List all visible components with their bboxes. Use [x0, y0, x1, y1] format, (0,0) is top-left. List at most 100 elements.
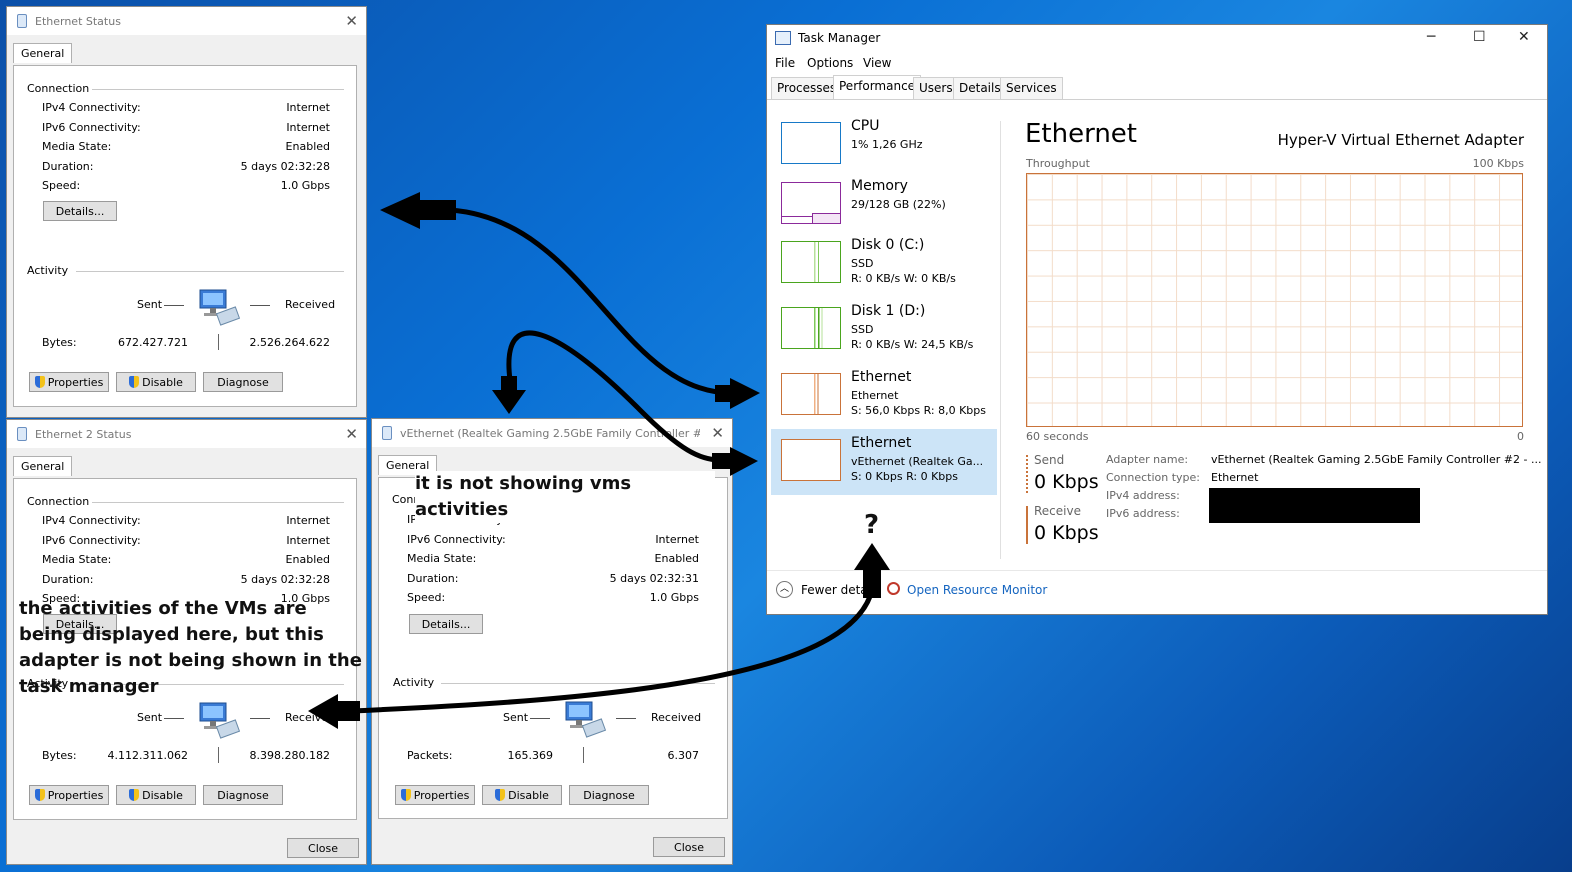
general-panel: Connection IPv4 Connectivity: Internet I…	[378, 477, 728, 819]
bytes-label: Bytes:	[42, 336, 77, 349]
close-icon[interactable]: ✕	[1518, 29, 1530, 45]
adapter-title: Hyper-V Virtual Ethernet Adapter	[1277, 131, 1524, 149]
middle-annotation-note: it is not showing vms activities	[415, 471, 715, 523]
network-adapter-icon	[17, 14, 27, 28]
ipv6-label: IPv6 Connectivity:	[42, 534, 141, 547]
sidebar-item-disk1[interactable]: Disk 1 (D:) SSD R: 0 KB/s W: 24,5 KB/s	[771, 297, 997, 363]
close-icon[interactable]: ✕	[711, 424, 724, 442]
duration-value: 5 days 02:32:31	[609, 572, 699, 585]
sent-label: Sent	[137, 711, 163, 724]
disable-button[interactable]: Disable	[116, 372, 196, 392]
arrow-head-down	[492, 376, 526, 414]
media-state-value: Enabled	[654, 552, 699, 565]
diagnose-button[interactable]: Diagnose	[203, 372, 283, 392]
details-button[interactable]: Details...	[409, 614, 483, 634]
media-state-label: Media State:	[407, 552, 477, 565]
perf-heading: Ethernet	[1025, 119, 1137, 149]
bytes-sent-value: 4.112.311.062	[107, 749, 188, 762]
dialog-title: Ethernet 2 Status	[35, 427, 132, 441]
connection-section-label: Connection	[27, 495, 90, 508]
bytes-sent-value: 672.427.721	[118, 336, 188, 349]
properties-button[interactable]: Properties	[29, 785, 109, 805]
resource-monitor-icon	[887, 582, 900, 595]
time-span-label: 60 seconds	[1026, 430, 1089, 443]
sidebar-item-ethernet[interactable]: Ethernet Ethernet S: 56,0 Kbps R: 8,0 Kb…	[771, 363, 997, 429]
ethernet-status-dialog: Ethernet Status ✕ General Connection IPv…	[6, 6, 367, 418]
open-resource-monitor-link[interactable]: Open Resource Monitor	[907, 583, 1048, 597]
menu-options[interactable]: Options	[807, 56, 853, 70]
receive-label: Receive	[1034, 504, 1081, 518]
adapter-name-value: vEthernet (Realtek Gaming 2.5GbE Family …	[1211, 453, 1542, 466]
fewer-details-link[interactable]: Fewer details	[801, 583, 881, 597]
ipv6-label: IPv6 Connectivity:	[42, 121, 141, 134]
adapter-name-label: Adapter name:	[1106, 453, 1189, 466]
tab-users[interactable]: Users	[913, 77, 959, 99]
sent-label: Sent	[503, 711, 529, 724]
ipv6-value: Internet	[655, 533, 699, 546]
arrow-head-right-top	[715, 378, 760, 409]
duration-label: Duration:	[407, 572, 459, 585]
tab-details[interactable]: Details	[953, 77, 1007, 99]
menu-view[interactable]: View	[863, 56, 891, 70]
connection-type-value: Ethernet	[1211, 471, 1259, 484]
ethernet-thumbnail	[781, 373, 841, 415]
duration-value: 5 days 02:32:28	[240, 160, 330, 173]
sidebar-item-disk0[interactable]: Disk 0 (C:) SSD R: 0 KB/s W: 0 KB/s	[771, 231, 997, 297]
shield-icon	[129, 376, 140, 388]
general-panel: Connection IPv4 Connectivity: Internet I…	[13, 65, 357, 407]
network-computers-icon	[199, 289, 241, 326]
ipv6-value: Internet	[286, 534, 330, 547]
sidebar-item-vethernet[interactable]: Ethernet vEthernet (Realtek Ga... S: 0 K…	[771, 429, 997, 495]
task-manager-icon	[775, 31, 791, 45]
receive-value: 0 Kbps	[1034, 522, 1099, 544]
memory-thumbnail	[781, 182, 841, 224]
arrow-head-left-top	[380, 192, 456, 229]
sidebar-item-memory[interactable]: Memory 29/128 GB (22%)	[771, 172, 997, 238]
sidebar-item-cpu[interactable]: CPU 1% 1,26 GHz	[771, 112, 997, 178]
media-state-value: Enabled	[285, 553, 330, 566]
diagnose-button[interactable]: Diagnose	[203, 785, 283, 805]
ipv4-value: Internet	[286, 101, 330, 114]
tab-general[interactable]: General	[13, 456, 73, 476]
cpu-thumbnail	[781, 122, 841, 164]
packets-sent-value: 165.369	[507, 749, 554, 762]
sent-label: Sent	[137, 298, 163, 311]
bytes-received-value: 2.526.264.622	[249, 336, 330, 349]
maximize-icon[interactable]: ☐	[1473, 29, 1486, 45]
chevron-up-icon[interactable]: ︿	[776, 581, 793, 598]
speed-value: 1.0 Gbps	[280, 179, 330, 192]
ipv4-label: IPv4 Connectivity:	[42, 514, 141, 527]
media-state-label: Media State:	[42, 140, 112, 153]
details-button[interactable]: Details...	[43, 201, 117, 221]
diagnose-button[interactable]: Diagnose	[569, 785, 649, 805]
minimize-icon[interactable]: ─	[1427, 29, 1435, 45]
disable-button[interactable]: Disable	[116, 785, 196, 805]
menu-file[interactable]: File	[775, 56, 795, 70]
shield-icon	[400, 789, 411, 801]
max-scale-label: 100 Kbps	[1472, 157, 1524, 170]
duration-label: Duration:	[42, 573, 94, 586]
redacted-address-box	[1209, 488, 1420, 523]
tab-performance[interactable]: Performance	[833, 75, 922, 99]
tab-general[interactable]: General	[13, 43, 73, 63]
close-icon[interactable]: ✕	[345, 12, 358, 30]
packets-label: Packets:	[407, 749, 453, 762]
close-button[interactable]: Close	[653, 837, 725, 857]
received-label: Received	[651, 711, 702, 724]
tab-processes[interactable]: Processes	[771, 77, 843, 99]
properties-button[interactable]: Properties	[395, 785, 475, 805]
properties-button[interactable]: Properties	[29, 372, 109, 392]
vethernet-thumbnail	[781, 439, 841, 481]
received-label: Received	[285, 711, 336, 724]
dialog-title: Ethernet Status	[35, 14, 121, 28]
disable-button[interactable]: Disable	[482, 785, 562, 805]
title-bar: vEthernet (Realtek Gaming 2.5GbE Family …	[372, 419, 732, 447]
tab-services[interactable]: Services	[1000, 77, 1063, 99]
send-label: Send	[1034, 453, 1065, 467]
close-icon[interactable]: ✕	[345, 425, 358, 443]
ipv6-value: Internet	[286, 121, 330, 134]
network-computers-icon	[199, 702, 241, 739]
title-bar: Ethernet 2 Status ✕	[7, 420, 366, 448]
window-title: Task Manager	[775, 31, 880, 45]
close-button[interactable]: Close	[287, 838, 359, 858]
